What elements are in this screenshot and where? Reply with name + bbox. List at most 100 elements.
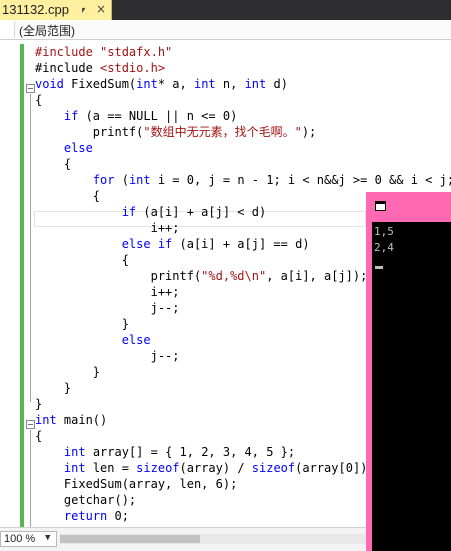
- code-token: {: [35, 253, 129, 267]
- keyword-token: int: [128, 173, 151, 187]
- scope-dropdown[interactable]: (全局范围): [14, 21, 451, 38]
- keyword-token: void: [35, 77, 64, 91]
- tab-131132-cpp[interactable]: 131132.cpp ⎖ ×: [0, 0, 112, 20]
- code-line: #include "stdafx.h": [35, 44, 172, 60]
- close-icon[interactable]: ×: [96, 2, 106, 16]
- code-line: }: [35, 316, 129, 332]
- code-token: j--;: [35, 349, 180, 363]
- code-token: (: [114, 173, 129, 187]
- chevron-down-icon: ▼: [45, 533, 51, 543]
- console-output: 1,5 2,4: [372, 222, 451, 551]
- zoom-select[interactable]: 100 % ▼: [0, 531, 57, 547]
- code-token: }: [35, 317, 129, 331]
- code-token: #include: [35, 61, 101, 75]
- change-tracking-bar: [20, 44, 24, 527]
- code-token: printf(: [35, 125, 144, 139]
- code-line: {: [35, 188, 100, 204]
- code-token: );: [301, 125, 317, 139]
- code-token: d): [266, 77, 288, 91]
- string-token: "数组中无元素，找个毛啊。": [143, 125, 302, 139]
- string-token: #include "stdafx.h": [35, 45, 173, 59]
- keyword-token: int: [136, 77, 158, 91]
- console-line: 2,4: [374, 241, 394, 254]
- outline-line: [30, 430, 31, 527]
- code-token: {: [35, 429, 43, 443]
- console-window[interactable]: 1,5 2,4: [366, 192, 451, 551]
- console-title-bar[interactable]: [366, 192, 451, 222]
- keyword-token: int: [63, 445, 86, 459]
- code-line: FixedSum(array, len, 6);: [35, 476, 237, 492]
- keyword-token: sizeof: [136, 461, 180, 475]
- collapse-icon[interactable]: −: [26, 84, 35, 93]
- collapse-icon[interactable]: −: [26, 420, 35, 429]
- keyword-token: if: [63, 109, 79, 123]
- code-line: {: [35, 428, 42, 444]
- keyword-token: int: [35, 413, 57, 427]
- code-line: int len = sizeof(array) / sizeof(array[0…: [35, 460, 375, 476]
- code-line: {: [35, 252, 129, 268]
- code-token: {: [35, 93, 43, 107]
- code-token: i++;: [35, 221, 180, 235]
- code-line: i++;: [35, 220, 180, 236]
- keyword-token: else: [63, 141, 93, 155]
- code-line: {: [35, 92, 42, 108]
- code-token: 0;: [107, 509, 129, 523]
- code-line: printf("数组中无元素，找个毛啊。");: [35, 124, 316, 140]
- console-line: 1,5: [374, 225, 394, 238]
- code-line: else: [35, 140, 93, 156]
- string-token: <stdio.h>: [100, 61, 166, 75]
- code-line: for (int i = 0, j = n - 1; i < n&&j >= 0…: [35, 172, 451, 188]
- code-line: int main(): [35, 412, 107, 428]
- code-line: i++;: [35, 284, 180, 300]
- code-line: void FixedSum(int* a, int n, int d): [35, 76, 288, 92]
- keyword-token: int: [244, 77, 267, 91]
- scrollbar-thumb[interactable]: [60, 535, 200, 543]
- pin-icon[interactable]: ⎖: [79, 3, 88, 17]
- code-token: main(): [56, 413, 108, 427]
- code-line: }: [35, 380, 71, 396]
- code-token: (array[0]);: [295, 461, 375, 475]
- keyword-token: int: [63, 461, 86, 475]
- keyword-token: else if: [121, 237, 173, 251]
- code-line: printf("%d,%d\n", a[i], a[j]);: [35, 268, 368, 284]
- keyword-token: for: [92, 173, 115, 187]
- string-token: "%d,%d\n": [201, 269, 267, 283]
- scope-label: (全局范围): [19, 24, 75, 38]
- code-line: if (a == NULL || n <= 0): [35, 108, 237, 124]
- code-token: (a[i] + a[j] == d): [172, 237, 310, 251]
- code-line: }: [35, 396, 42, 412]
- code-token: }: [35, 397, 43, 411]
- code-line: getchar();: [35, 492, 136, 508]
- code-token: n,: [215, 77, 245, 91]
- navigation-bar: (全局范围): [0, 20, 451, 40]
- code-token: j--;: [35, 301, 180, 315]
- code-token: {: [35, 157, 72, 171]
- keyword-token: else: [121, 333, 151, 347]
- code-line: j--;: [35, 300, 180, 316]
- code-token: }: [35, 365, 101, 379]
- code-token: (a == NULL || n <= 0): [78, 109, 238, 123]
- code-token: array[] = { 1, 2, 3, 4, 5 };: [85, 445, 296, 459]
- code-token: }: [35, 381, 72, 395]
- code-token: (array) /: [179, 461, 252, 475]
- keyword-token: if: [121, 205, 137, 219]
- code-line: else: [35, 332, 151, 348]
- keyword-token: sizeof: [251, 461, 296, 475]
- horizontal-scrollbar[interactable]: [60, 534, 366, 544]
- code-token: FixedSum(array, len, 6);: [35, 477, 238, 491]
- code-token: (a[i] + a[j] < d): [136, 205, 267, 219]
- document-tab-bar: 131132.cpp ⎖ ×: [0, 0, 451, 20]
- code-line: {: [35, 156, 71, 172]
- code-line: else if (a[i] + a[j] == d): [35, 236, 310, 252]
- code-token: i++;: [35, 285, 180, 299]
- code-token: printf(: [35, 269, 202, 283]
- code-token: * a,: [157, 77, 194, 91]
